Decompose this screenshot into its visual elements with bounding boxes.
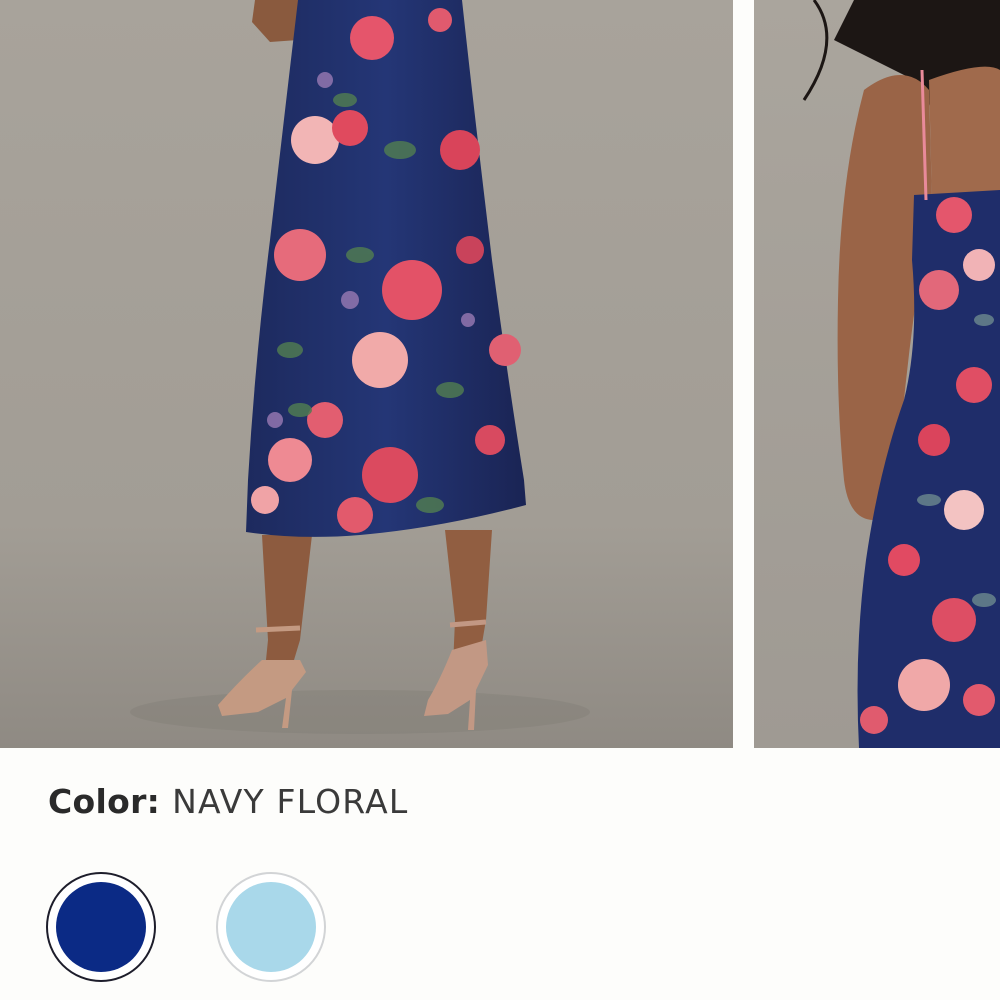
- color-label: Color:: [48, 782, 161, 821]
- product-page: Color: NAVY FLORAL: [0, 0, 1000, 1000]
- product-image-1[interactable]: [0, 0, 733, 748]
- swatch-light-blue-fill: [226, 882, 316, 972]
- color-swatch-list: [46, 872, 346, 986]
- swatch-light-blue[interactable]: [216, 872, 326, 982]
- selected-color-value: NAVY FLORAL: [172, 782, 409, 821]
- color-selection-label: Color: NAVY FLORAL: [48, 778, 408, 826]
- swatch-navy-floral[interactable]: [46, 872, 156, 982]
- product-image-gallery[interactable]: [0, 0, 1000, 748]
- swatch-navy-floral-fill: [56, 882, 146, 972]
- product-image-2[interactable]: [754, 0, 1000, 748]
